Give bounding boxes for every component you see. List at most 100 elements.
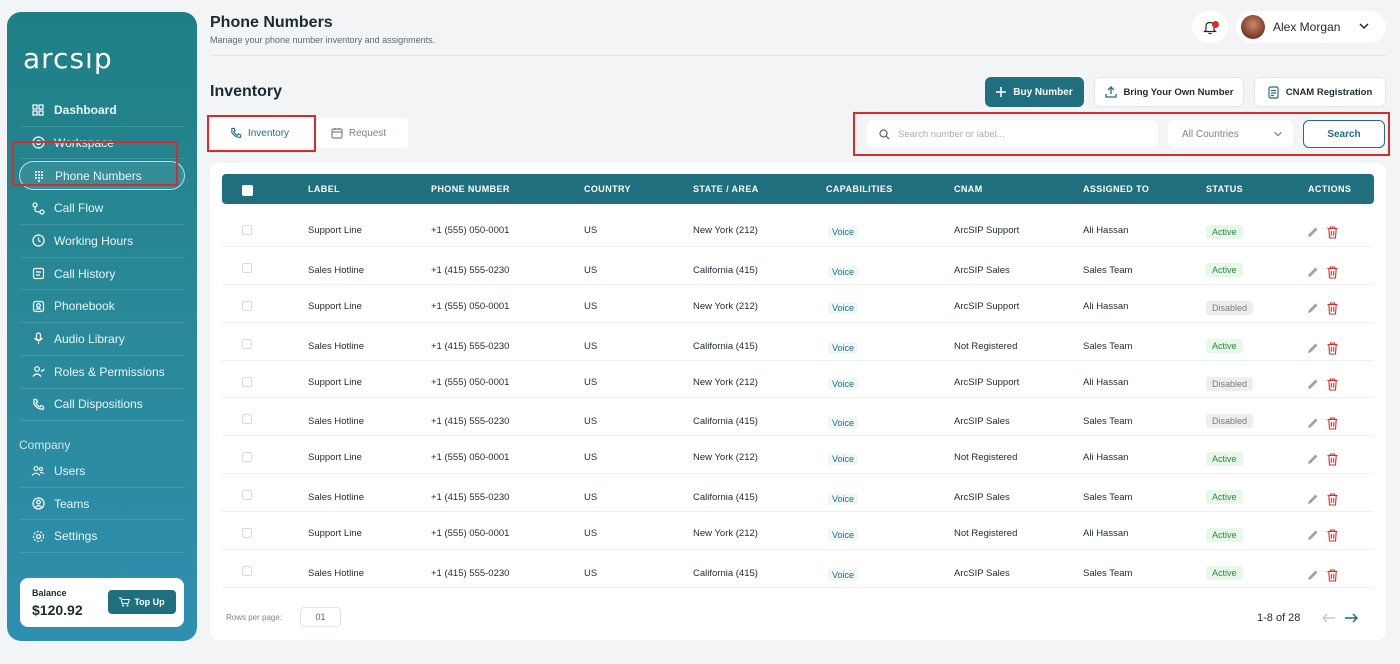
row-checkbox[interactable]	[242, 414, 252, 425]
row-actions	[1307, 342, 1338, 355]
trash-icon[interactable]	[1327, 417, 1338, 431]
trash-icon[interactable]	[1327, 266, 1338, 279]
edit-icon[interactable]	[1307, 569, 1319, 581]
row-checkbox[interactable]	[242, 262, 252, 273]
rows-per-page-select[interactable]: 01	[300, 607, 341, 627]
brand-logo[interactable]: arcsıp	[23, 42, 113, 75]
edit-icon[interactable]	[1307, 342, 1319, 354]
edit-icon[interactable]	[1307, 417, 1319, 429]
capability-badge: Voice	[828, 493, 859, 506]
edit-icon[interactable]	[1307, 266, 1319, 278]
edit-icon[interactable]	[1307, 378, 1319, 390]
column-header[interactable]: STATUS	[1206, 184, 1243, 194]
cell-cnam: ArcSIP Support	[954, 376, 1020, 388]
cell-country: US	[584, 376, 598, 388]
cell-assigned: Ali Hassan	[1083, 225, 1129, 236]
edit-icon[interactable]	[1307, 529, 1319, 541]
cell-state: California (415)	[693, 568, 758, 580]
trash-icon[interactable]	[1327, 342, 1338, 355]
sidebar-item-call-flow[interactable]: Call Flow	[19, 192, 185, 226]
table-row[interactable]: Support Line +1 (555) 050-0001 US New York …	[222, 285, 1374, 323]
bring-your-own-number-button[interactable]: Bring Your Own Number	[1094, 77, 1244, 107]
user-menu[interactable]: Alex Morgan	[1236, 11, 1386, 43]
row-actions	[1307, 378, 1338, 391]
row-actions	[1307, 302, 1338, 315]
cell-cnam: Not Registered	[954, 340, 1018, 352]
column-header[interactable]: COUNTRY	[584, 184, 631, 194]
column-header[interactable]: CAPABILITIES	[826, 184, 893, 194]
edit-icon[interactable]	[1307, 302, 1319, 314]
tab-request[interactable]: Request	[309, 118, 408, 148]
arrow-left-icon[interactable]	[1322, 612, 1336, 624]
table-row[interactable]: Support Line +1 (555) 050-0001 US New York …	[222, 436, 1374, 475]
sidebar-item-settings[interactable]: Settings	[19, 520, 185, 554]
highlight-phone-numbers	[12, 141, 178, 186]
table-row[interactable]: Support Line +1 (555) 050-0001 US New York …	[222, 361, 1374, 399]
sidebar-item-roles-permissions[interactable]: Roles & Permissions	[19, 356, 185, 389]
top-up-button[interactable]: Top Up	[108, 590, 176, 614]
sidebar-item-working-hours[interactable]: Working Hours	[19, 225, 185, 258]
row-checkbox[interactable]	[242, 528, 252, 539]
capability-badge: Voice	[828, 301, 859, 314]
column-header[interactable]: ASSIGNED TO	[1083, 184, 1149, 194]
cell-phone: +1 (415) 555-0230	[431, 568, 510, 580]
row-checkbox[interactable]	[242, 225, 252, 235]
column-header[interactable]: STATE / AREA	[693, 184, 759, 194]
table-row[interactable]: Sales Hotline +1 (415) 555-0230 US Californ…	[222, 398, 1374, 437]
sidebar-item-teams[interactable]: Teams	[19, 488, 185, 521]
table-row[interactable]: Support Line +1 (555) 050-0001 US New York …	[222, 512, 1374, 551]
sidebar-item-users[interactable]: Users	[19, 455, 185, 488]
row-checkbox[interactable]	[242, 300, 252, 311]
select-all-checkbox[interactable]	[242, 185, 253, 196]
edit-icon[interactable]	[1307, 226, 1319, 238]
pagination-range: 1-8 of 28	[1257, 612, 1301, 624]
row-checkbox[interactable]	[242, 338, 252, 349]
row-actions	[1307, 226, 1338, 239]
notifications-button[interactable]	[1192, 11, 1228, 43]
trash-icon[interactable]	[1327, 569, 1338, 582]
cell-phone: +1 (555) 050-0001	[431, 376, 510, 388]
trash-icon[interactable]	[1327, 378, 1338, 391]
sidebar-item-call-history[interactable]: Call History	[19, 258, 185, 291]
cnam-registration-button[interactable]: CNAM Registration	[1254, 77, 1386, 107]
buy-number-button[interactable]: Buy Number	[985, 77, 1084, 107]
table-body: Support Line +1 (555) 050-0001 US New York …	[222, 209, 1374, 588]
search-input[interactable]	[898, 128, 1138, 140]
sidebar-item-call-dispositions[interactable]: Call Dispositions	[19, 389, 185, 422]
trash-icon[interactable]	[1327, 493, 1338, 506]
sidebar-item-label: Dashboard	[54, 102, 117, 117]
trash-icon[interactable]	[1327, 226, 1338, 239]
table-row[interactable]: Sales Hotline +1 (415) 555-0230 US Californ…	[222, 550, 1374, 588]
cell-country: US	[584, 264, 598, 276]
cell-phone: +1 (555) 050-0001	[431, 528, 510, 540]
trash-icon[interactable]	[1327, 302, 1338, 315]
country-select[interactable]: All Countries	[1168, 120, 1293, 148]
column-header[interactable]: CNAM	[954, 184, 983, 194]
status-badge: Active	[1206, 566, 1243, 581]
row-checkbox[interactable]	[242, 566, 252, 577]
column-header[interactable]: PHONE NUMBER	[431, 184, 510, 194]
arrow-right-icon[interactable]	[1344, 612, 1358, 624]
highlight-inventory-tab	[207, 115, 316, 152]
sidebar-item-audio-library[interactable]: Audio Library	[19, 323, 185, 356]
row-checkbox[interactable]	[242, 452, 252, 463]
row-checkbox[interactable]	[242, 376, 252, 387]
cell-assigned: Sales Team	[1083, 340, 1133, 352]
cell-phone: +1 (555) 050-0001	[431, 225, 510, 236]
sidebar-item-phonebook[interactable]: Phonebook	[19, 290, 185, 324]
edit-icon[interactable]	[1307, 493, 1319, 505]
cell-state: California (415)	[693, 416, 758, 428]
capability-badge: Voice	[828, 569, 859, 582]
row-checkbox[interactable]	[242, 490, 252, 501]
sidebar-item-dashboard[interactable]: Dashboard	[19, 94, 185, 127]
table-row[interactable]: Sales Hotline +1 (415) 555-0230 US Californ…	[222, 323, 1374, 361]
trash-icon[interactable]	[1327, 529, 1338, 542]
table-row[interactable]: Support Line +1 (555) 050-0001 US New York …	[222, 209, 1374, 247]
row-actions	[1307, 453, 1338, 466]
column-header[interactable]: LABEL	[308, 184, 340, 194]
search-button[interactable]: Search	[1303, 120, 1385, 148]
edit-icon[interactable]	[1307, 453, 1319, 465]
table-row[interactable]: Sales Hotline +1 (415) 555-0230 US Californ…	[222, 247, 1374, 285]
table-row[interactable]: Sales Hotline +1 (415) 555-0230 US Californ…	[222, 474, 1374, 513]
trash-icon[interactable]	[1327, 453, 1338, 466]
